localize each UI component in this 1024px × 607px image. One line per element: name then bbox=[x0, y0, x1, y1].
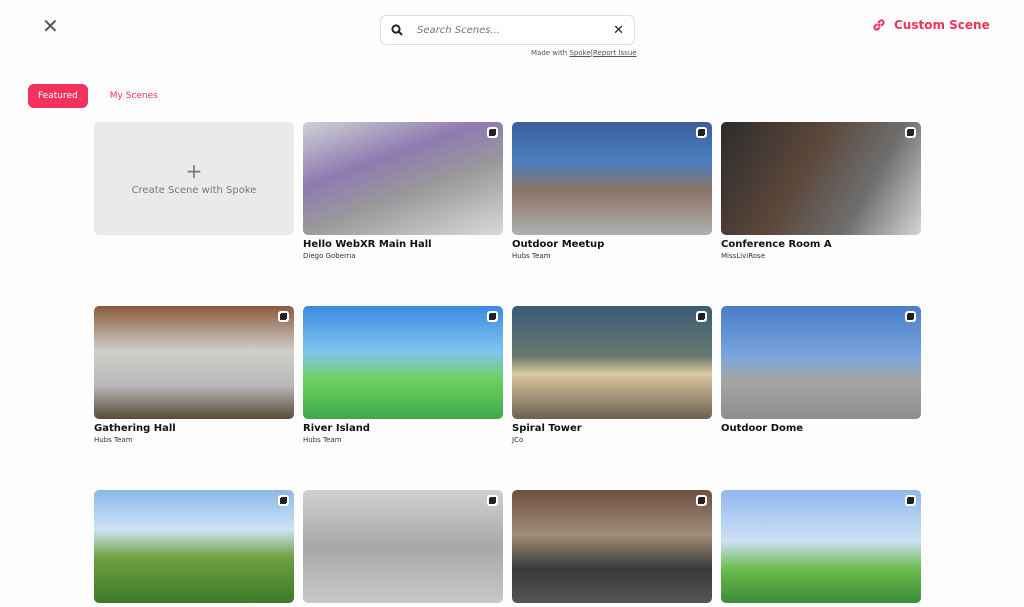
scene-thumbnail[interactable] bbox=[721, 122, 921, 235]
scene-thumbnail[interactable] bbox=[303, 122, 503, 235]
custom-scene-button[interactable]: Custom Scene bbox=[872, 18, 990, 32]
copy-icon[interactable] bbox=[278, 311, 289, 322]
scene-title: Spiral Tower bbox=[512, 423, 582, 434]
create-scene-card[interactable]: + Create Scene with Spoke bbox=[94, 122, 294, 260]
scene-thumbnail[interactable] bbox=[303, 306, 503, 419]
scene-card[interactable]: Outdoor Meetup Hubs Team bbox=[512, 122, 712, 260]
scene-thumbnail[interactable] bbox=[721, 306, 921, 419]
scene-author: Hubs Team bbox=[94, 436, 133, 444]
scene-title: Outdoor Dome bbox=[721, 423, 804, 434]
scene-card[interactable]: Hello WebXR Main Hall Diego Goberna bbox=[303, 122, 503, 260]
copy-icon[interactable] bbox=[487, 127, 498, 138]
scene-thumbnail[interactable] bbox=[94, 306, 294, 419]
scene-card[interactable]: Conference Room A MissLiviRose bbox=[721, 122, 921, 260]
copy-icon[interactable] bbox=[278, 495, 289, 506]
spoke-link[interactable]: Spoke bbox=[569, 49, 590, 57]
close-icon[interactable]: ✕ bbox=[42, 14, 59, 38]
custom-scene-label: Custom Scene bbox=[894, 18, 990, 32]
report-issue-link[interactable]: Report Issue bbox=[593, 49, 637, 57]
copy-icon[interactable] bbox=[696, 311, 707, 322]
made-with-text: Made with Spoke|Report Issue bbox=[531, 49, 637, 57]
scene-author: Hubs Team bbox=[303, 436, 342, 444]
scene-card[interactable] bbox=[303, 490, 503, 607]
search-icon bbox=[391, 24, 403, 36]
tab-featured[interactable]: Featured bbox=[28, 84, 88, 108]
scene-title: Outdoor Meetup bbox=[512, 239, 605, 250]
scene-card[interactable] bbox=[94, 490, 294, 607]
scene-grid: + Create Scene with Spoke Hello WebXR Mai… bbox=[94, 122, 921, 607]
copy-icon[interactable] bbox=[487, 495, 498, 506]
scene-card[interactable]: Gathering Hall Hubs Team bbox=[94, 306, 294, 444]
copy-icon[interactable] bbox=[487, 311, 498, 322]
scene-thumbnail[interactable] bbox=[721, 490, 921, 603]
copy-icon[interactable] bbox=[905, 311, 916, 322]
scene-card[interactable] bbox=[721, 490, 921, 607]
link-icon bbox=[873, 19, 885, 31]
search-input[interactable] bbox=[417, 24, 614, 36]
scene-author: Hubs Team bbox=[512, 252, 551, 260]
plus-icon: + bbox=[185, 159, 203, 183]
scene-thumbnail[interactable] bbox=[512, 490, 712, 603]
scene-title: Conference Room A bbox=[721, 239, 832, 250]
scene-author: Diego Goberna bbox=[303, 252, 356, 260]
copy-icon[interactable] bbox=[905, 127, 916, 138]
scene-thumbnail[interactable] bbox=[512, 122, 712, 235]
search-bar: ✕ bbox=[380, 15, 635, 45]
scene-card[interactable] bbox=[512, 490, 712, 607]
scene-thumbnail[interactable] bbox=[512, 306, 712, 419]
copy-icon[interactable] bbox=[905, 495, 916, 506]
create-scene-label: Create Scene with Spoke bbox=[131, 185, 257, 196]
scene-card[interactable]: Outdoor Dome bbox=[721, 306, 921, 444]
scene-title: Gathering Hall bbox=[94, 423, 176, 434]
made-with-label: Made with bbox=[531, 49, 568, 57]
scene-author: MissLiviRose bbox=[721, 252, 765, 260]
copy-icon[interactable] bbox=[696, 127, 707, 138]
tabs: Featured My Scenes bbox=[28, 84, 168, 108]
scene-card[interactable]: Spiral Tower JCo bbox=[512, 306, 712, 444]
scene-author: JCo bbox=[512, 436, 524, 444]
scene-title: Hello WebXR Main Hall bbox=[303, 239, 432, 250]
copy-icon[interactable] bbox=[696, 495, 707, 506]
scene-title: River Island bbox=[303, 423, 370, 434]
tab-my-scenes[interactable]: My Scenes bbox=[100, 84, 168, 108]
scene-card[interactable]: River Island Hubs Team bbox=[303, 306, 503, 444]
clear-search-icon[interactable]: ✕ bbox=[613, 23, 624, 38]
scene-thumbnail[interactable] bbox=[303, 490, 503, 603]
scene-thumbnail[interactable] bbox=[94, 490, 294, 603]
